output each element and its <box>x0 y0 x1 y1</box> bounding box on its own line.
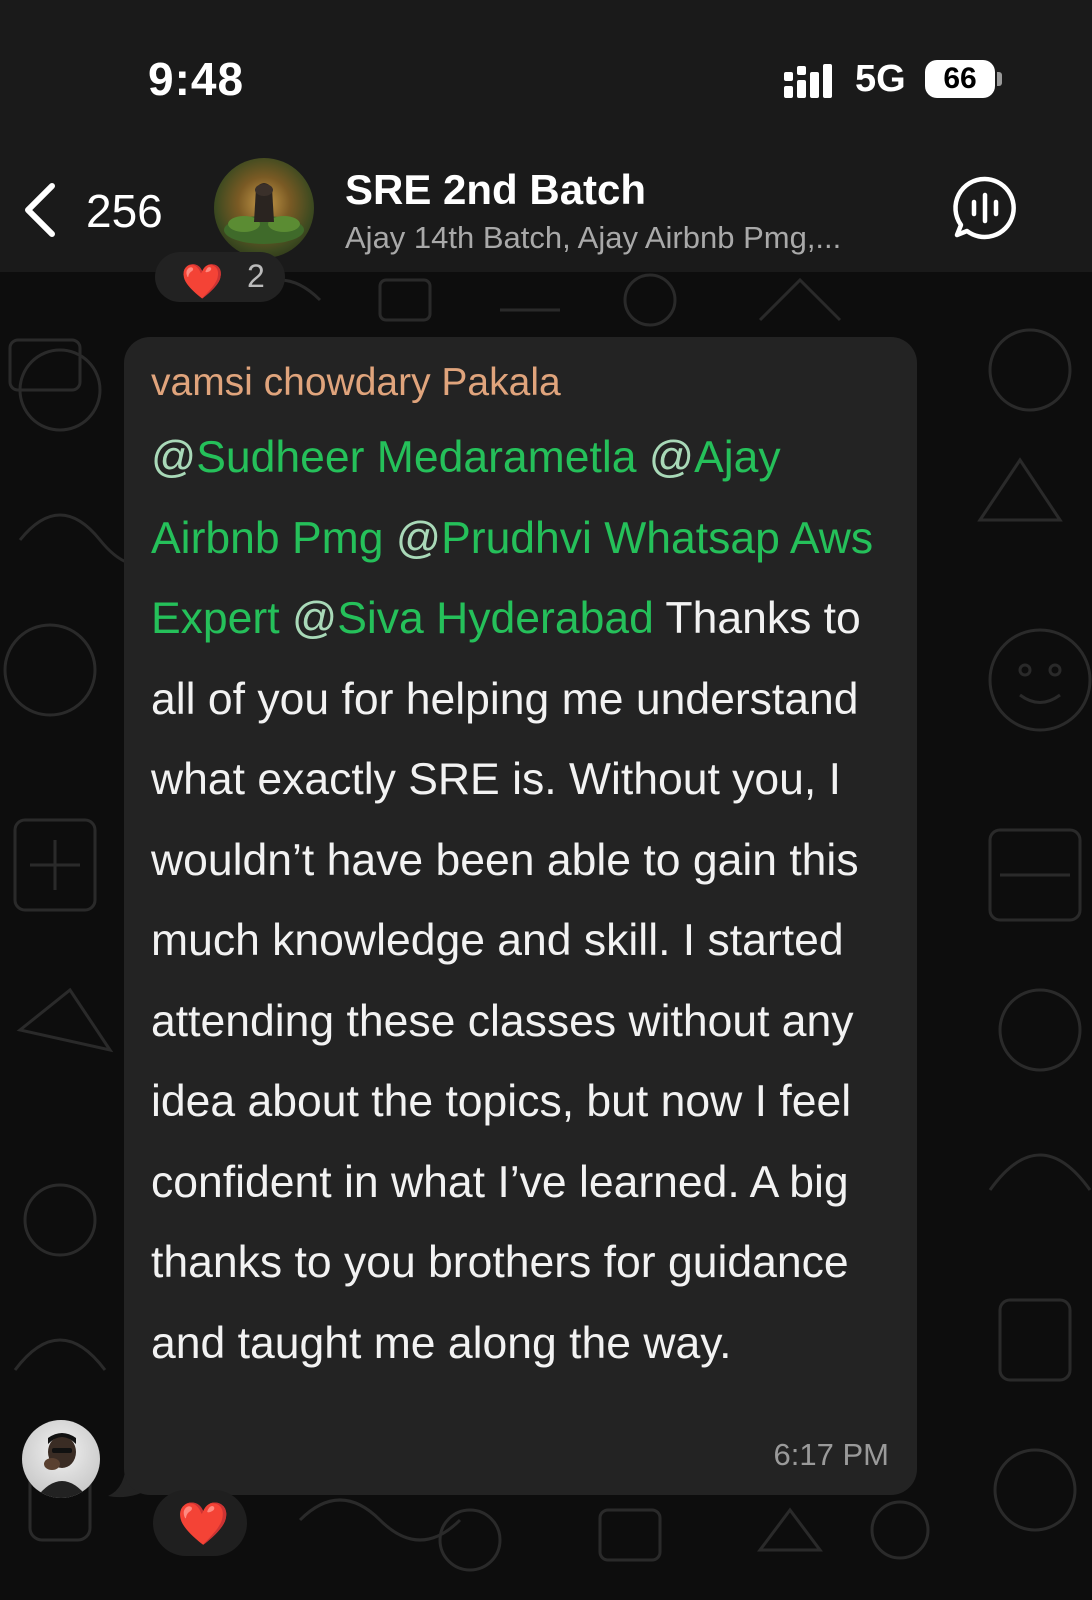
message-reaction[interactable]: ❤️ <box>153 1490 247 1556</box>
mention[interactable]: @Sudheer Medarametla <box>151 433 637 482</box>
signal-icon <box>784 64 832 98</box>
mention[interactable]: @Siva Hyderabad <box>292 594 654 643</box>
battery-tip <box>997 72 1002 86</box>
chat-header: 256 SRE 2nd Batch Ajay 14th Batch, Ajay … <box>0 140 1092 272</box>
chevron-left-icon <box>25 183 55 237</box>
previous-message-reaction[interactable]: ❤️ 2 <box>155 252 285 302</box>
message-time: 6:17 PM <box>773 1437 889 1472</box>
heart-reaction-icon: ❤️ <box>181 263 224 301</box>
group-members[interactable]: Ajay 14th Batch, Ajay Airbnb Pmg,... <box>345 220 905 256</box>
voice-chat-icon <box>953 176 1016 240</box>
heart-reaction-icon: ❤️ <box>177 1500 230 1547</box>
sender-avatar[interactable] <box>22 1420 100 1498</box>
voice-chat-button[interactable] <box>952 175 1018 241</box>
message-bubble[interactable]: vamsi chowdary Pakala @Sudheer Medaramet… <box>124 337 917 1495</box>
reaction-count: 2 <box>247 258 265 294</box>
network-type: 5G <box>855 58 906 100</box>
back-button[interactable]: 256 <box>22 180 172 240</box>
sender-name[interactable]: vamsi chowdary Pakala <box>151 361 561 405</box>
status-time: 9:48 <box>148 53 245 105</box>
group-title[interactable]: SRE 2nd Batch <box>345 166 646 214</box>
battery-level: 66 <box>925 60 995 98</box>
unread-count: 256 <box>86 185 163 237</box>
status-bar: 9:48 5G 66 <box>0 0 1092 140</box>
message-body: @Sudheer Medarametla @Ajay Airbnb Pmg @P… <box>151 418 891 1384</box>
message-text: Thanks to all of you for helping me unde… <box>151 594 861 1368</box>
group-avatar[interactable] <box>214 158 314 258</box>
